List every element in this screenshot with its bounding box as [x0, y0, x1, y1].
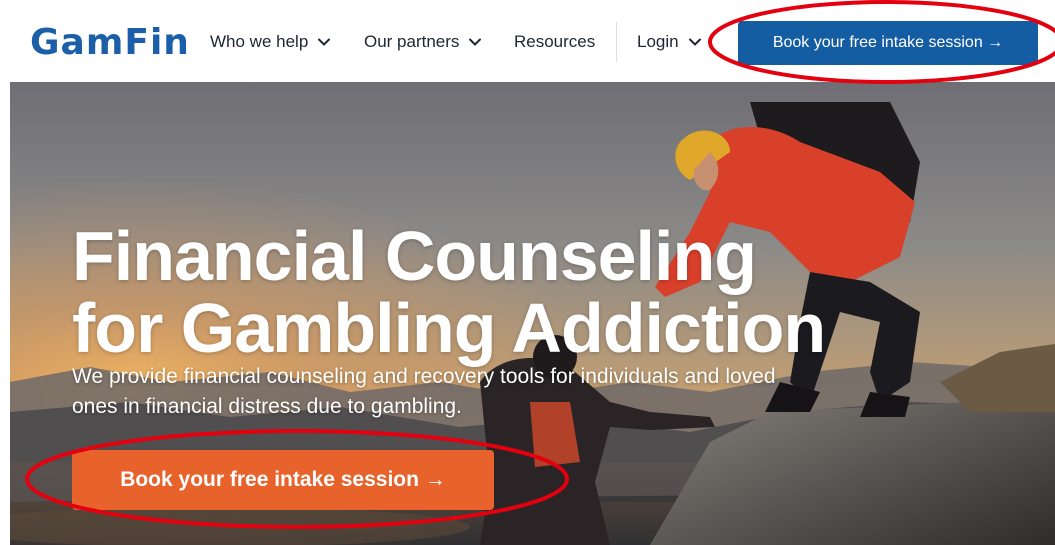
- hero-section: Financial Counseling for Gambling Addict…: [10, 82, 1055, 545]
- book-intake-hero-button[interactable]: Book your free intake session →: [72, 450, 494, 510]
- nav-who-we-help[interactable]: Who we help: [210, 32, 332, 52]
- nav-label: Login: [637, 32, 679, 51]
- nav-label: Resources: [514, 32, 596, 51]
- chevron-down-icon: [316, 34, 332, 50]
- logo[interactable]: GamFin: [30, 22, 190, 63]
- site-header: GamFin Who we help Our partners Resource…: [0, 0, 1055, 82]
- hero-subtitle: We provide financial counseling and reco…: [72, 365, 776, 418]
- nav-our-partners[interactable]: Our partners: [364, 32, 483, 52]
- nav-login[interactable]: Login: [637, 32, 703, 52]
- nav-resources[interactable]: Resources: [514, 32, 595, 52]
- book-intake-header-button[interactable]: Book your free intake session →: [738, 21, 1038, 65]
- nav-label: Who we help: [210, 32, 309, 51]
- nav-label: Our partners: [364, 32, 460, 51]
- chevron-down-icon: [687, 34, 703, 50]
- chevron-down-icon: [467, 34, 483, 50]
- nav-divider: [616, 22, 617, 62]
- hero-title: Financial Counseling for Gambling Addict…: [72, 217, 826, 367]
